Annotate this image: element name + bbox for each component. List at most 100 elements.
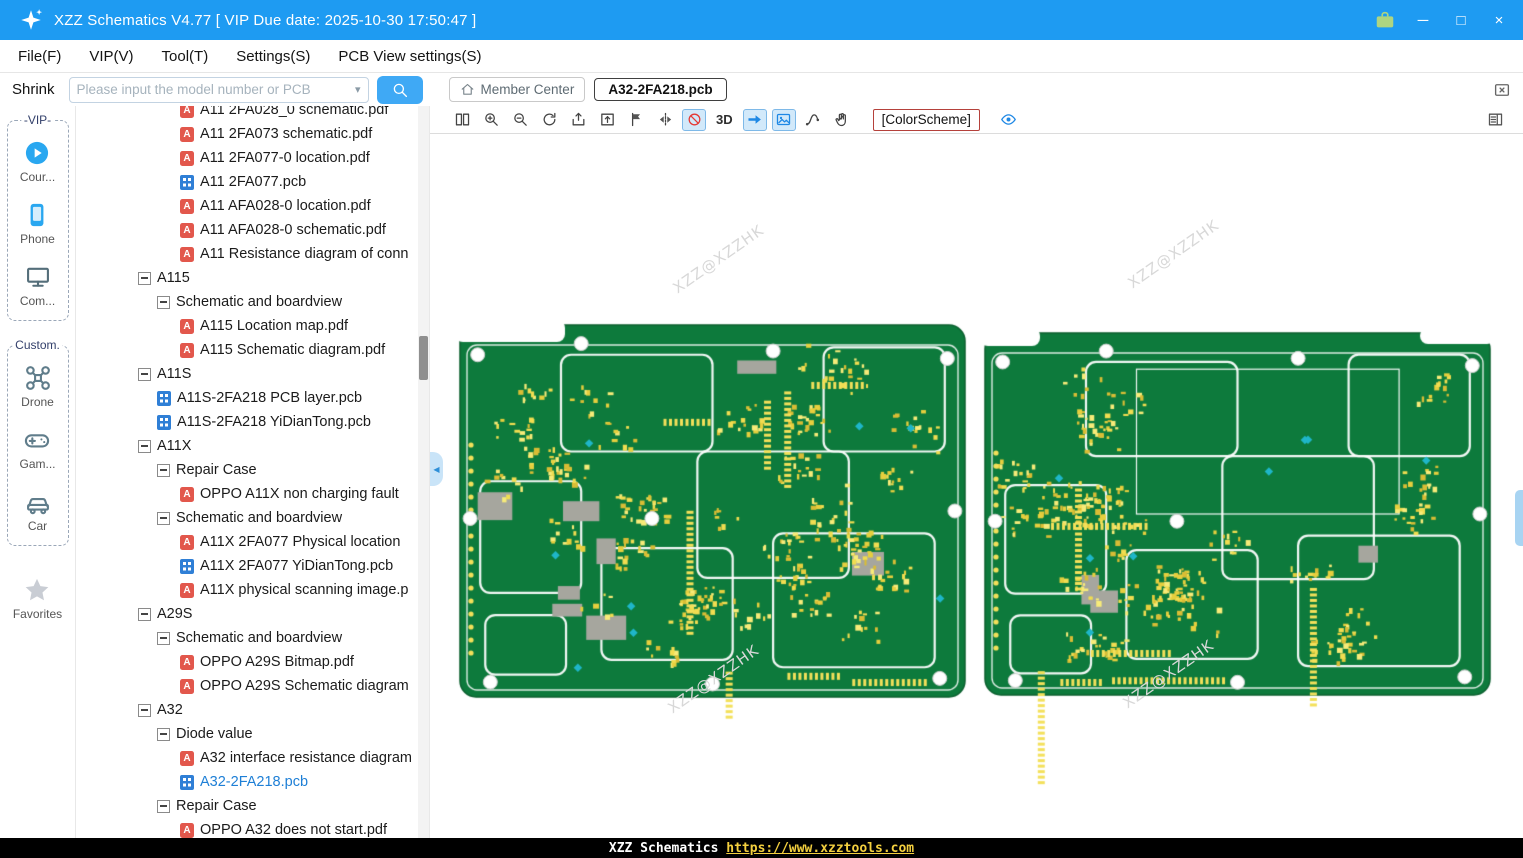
pcb-canvas[interactable] (430, 134, 1523, 838)
tree-item-a32-interface-resistance-diagram[interactable]: A A32 interface resistance diagram (76, 746, 429, 770)
right-panel-handle[interactable] (1515, 490, 1523, 546)
tree-item-a32-2fa218-pcb[interactable]: A32-2FA218.pcb (76, 770, 429, 794)
eye-icon[interactable] (997, 109, 1021, 131)
tree-item-label: OPPO A29S Bitmap.pdf (200, 654, 354, 670)
menu-item-vip-v[interactable]: VIP(V) (89, 48, 133, 65)
tree-item-repair-case[interactable]: Repair Case (76, 458, 429, 482)
collapse-icon[interactable] (138, 703, 151, 717)
close-all-icon[interactable] (1493, 81, 1511, 99)
tree-item-a32[interactable]: A32 (76, 698, 429, 722)
sidebar-item-drone[interactable]: Drone (21, 364, 54, 409)
menu-item-settings-s[interactable]: Settings(S) (236, 48, 310, 65)
tree-item-a115-schematic-diagram-pdf[interactable]: A A115 Schematic diagram.pdf (76, 338, 429, 362)
scrollbar-thumb[interactable] (419, 336, 428, 380)
flip-horizontal-icon[interactable] (653, 109, 677, 131)
collapse-icon[interactable] (157, 799, 170, 813)
status-url-link[interactable]: https://www.xzztools.com (726, 841, 914, 856)
menu-item-pcb-view-settings-s[interactable]: PCB View settings(S) (338, 48, 481, 65)
tree-item-schematic-and-boardview[interactable]: Schematic and boardview (76, 506, 429, 530)
disable-red-icon[interactable] (682, 108, 706, 131)
window-title: XZZ Schematics V4.77 [ VIP Due date: 202… (54, 11, 477, 29)
sidebar-item-gam[interactable]: Gam... (19, 426, 56, 471)
tree-item-a11-afa028-0-location-pdf[interactable]: A A11 AFA028-0 location.pdf (76, 194, 429, 218)
sidebar-item-car[interactable]: Car (24, 488, 52, 533)
tree-item-schematic-and-boardview[interactable]: Schematic and boardview (76, 290, 429, 314)
tree-item-a11-2fa077-pcb[interactable]: A11 2FA077.pcb (76, 170, 429, 194)
member-center-button[interactable]: Member Center (448, 77, 586, 102)
tree-item-label: Schematic and boardview (176, 510, 343, 526)
search-combobox[interactable]: ▾ (68, 76, 369, 103)
tree-item-a11x-2fa077-physical-location[interactable]: A A11X 2FA077 Physical location (76, 530, 429, 554)
collapse-icon[interactable] (157, 295, 170, 309)
tree-item-oppo-a11x-non-charging-fault[interactable]: A OPPO A11X non charging fault (76, 482, 429, 506)
pan-icon[interactable] (830, 109, 854, 131)
flag-icon[interactable] (624, 109, 648, 131)
car-icon (24, 488, 52, 516)
tree-item-a11s-2fa218-pcb-layer-pcb[interactable]: A11S-2FA218 PCB layer.pcb (76, 386, 429, 410)
tree-item-a11s[interactable]: A11S (76, 362, 429, 386)
tree-item-repair-case[interactable]: Repair Case (76, 794, 429, 818)
tab-a32-2fa218-pcb[interactable]: A32-2FA218.pcb (594, 78, 727, 101)
collapse-icon[interactable] (138, 367, 151, 381)
tree-item-diode-value[interactable]: Diode value (76, 722, 429, 746)
tree-item-a115-location-map-pdf[interactable]: A A115 Location map.pdf (76, 314, 429, 338)
tree-item-oppo-a32-does-not-start-pdf[interactable]: A OPPO A32 does not start.pdf (76, 818, 429, 838)
sidebar-item-cour[interactable]: Cour... (20, 139, 55, 184)
tree-item-a11x-2fa077-yidiantong-pcb[interactable]: A11X 2FA077 YiDianTong.pcb (76, 554, 429, 578)
pdf-file-icon: A (180, 822, 194, 838)
sidebar-item-label: Car (27, 519, 48, 533)
tree-item-a11-2fa073-schematic-pdf[interactable]: A A11 2FA073 schematic.pdf (76, 122, 429, 146)
sidebar-item-label: Com... (19, 294, 56, 308)
sidebar-item-favorites[interactable]: Favorites (13, 576, 62, 621)
tree-item-a11-resistance-diagram-of-conn[interactable]: A A11 Resistance diagram of conn (76, 242, 429, 266)
tree-item-a29s[interactable]: A29S (76, 602, 429, 626)
menu-item-tool-t[interactable]: Tool(T) (162, 48, 209, 65)
collapse-icon[interactable] (138, 439, 151, 453)
arrow-icon[interactable] (742, 108, 767, 131)
menu-item-file-f[interactable]: File(F) (18, 48, 61, 65)
search-button[interactable] (376, 75, 423, 104)
tree-item-label: Diode value (176, 726, 253, 742)
layers-panel-icon[interactable] (1483, 109, 1507, 131)
tree-item-a11-afa028-0-schematic-pdf[interactable]: A A11 AFA028-0 schematic.pdf (76, 218, 429, 242)
export-icon[interactable] (566, 109, 590, 131)
search-input[interactable] (76, 82, 351, 97)
tree-item-oppo-a29s-bitmap-pdf[interactable]: A OPPO A29S Bitmap.pdf (76, 650, 429, 674)
close-button[interactable]: × (1485, 7, 1513, 33)
collapse-icon[interactable] (157, 727, 170, 741)
tree-item-a115[interactable]: A115 (76, 266, 429, 290)
colorscheme-button[interactable]: [ColorScheme] (872, 108, 980, 131)
chevron-down-icon[interactable]: ▾ (355, 83, 361, 96)
tree-item-label: OPPO A32 does not start.pdf (200, 822, 387, 838)
tree-scrollbar[interactable] (418, 106, 429, 838)
tree-item-a11s-2fa218-yidiantong-pcb[interactable]: A11S-2FA218 YiDianTong.pcb (76, 410, 429, 434)
tree-item-a11-2fa077-0-location-pdf[interactable]: A A11 2FA077-0 location.pdf (76, 146, 429, 170)
collapse-icon[interactable] (138, 271, 151, 285)
collapse-icon[interactable] (157, 631, 170, 645)
collapse-icon[interactable] (157, 511, 170, 525)
split-view-icon[interactable] (450, 109, 474, 131)
tree-item-a11x-physical-scanning-image-p[interactable]: A A11X physical scanning image.p (76, 578, 429, 602)
tree-item-a11x[interactable]: A11X (76, 434, 429, 458)
pdf-file-icon: A (180, 222, 194, 238)
zoom-out-icon[interactable] (508, 109, 532, 131)
sidebar-item-phone[interactable]: Phone (20, 201, 55, 246)
curve-icon[interactable] (801, 109, 825, 131)
pcb-viewport[interactable]: XZZ@XZZHK XZZ@XZZHK XZZ@XZZHK XZZ@XZZHK ◀ (430, 134, 1523, 838)
image-icon[interactable] (771, 108, 796, 131)
sidebar-item-com[interactable]: Com... (20, 263, 55, 308)
rotate-icon[interactable] (537, 109, 561, 131)
tree-item-a11-2fa028-0-schematic-pdf[interactable]: A A11 2FA028_0 schematic.pdf (76, 106, 429, 122)
shrink-button[interactable]: Shrink (8, 79, 59, 100)
view-3d-icon[interactable]: 3D (711, 109, 738, 131)
collapse-panel-handle[interactable]: ◀ (430, 452, 443, 486)
tree-item-oppo-a29s-schematic-diagram[interactable]: A OPPO A29S Schematic diagram (76, 674, 429, 698)
zoom-in-icon[interactable] (479, 109, 503, 131)
collapse-icon[interactable] (138, 607, 151, 621)
license-briefcase-icon[interactable] (1371, 7, 1399, 33)
collapse-icon[interactable] (157, 463, 170, 477)
export-alt-icon[interactable] (595, 109, 619, 131)
tree-item-schematic-and-boardview[interactable]: Schematic and boardview (76, 626, 429, 650)
minimize-button[interactable]: ─ (1409, 7, 1437, 33)
maximize-button[interactable]: □ (1447, 7, 1475, 33)
